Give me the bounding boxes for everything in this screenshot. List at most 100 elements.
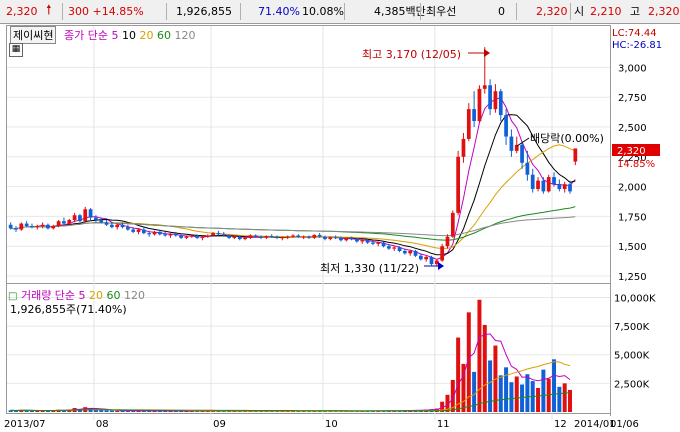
candle-body [189, 235, 194, 237]
grid-toggle-icon[interactable]: ▦ [9, 43, 23, 57]
open-value: 2,210 [590, 5, 622, 18]
candle-body [72, 215, 77, 220]
candle-body [46, 224, 50, 229]
candle-body [19, 223, 24, 230]
candle-body [216, 233, 221, 235]
stock-chart[interactable]: 3,0002,7502,5002,2502,0001,7501,5001,250… [0, 24, 680, 432]
candle-body [40, 224, 45, 226]
price-tick-label: 1,500 [618, 242, 647, 253]
volume-bar [104, 410, 109, 412]
candle-body [397, 247, 402, 251]
volume-tick-label: 10,000K [614, 293, 656, 304]
high-value: 2,320 [648, 5, 680, 18]
volume-bar [109, 410, 114, 412]
candle-body [56, 221, 61, 226]
ma-legend-10: 10 [121, 29, 136, 42]
candle-body [360, 240, 365, 242]
volume-bar [498, 375, 503, 412]
candle-body [221, 234, 226, 236]
candle-body [381, 242, 386, 247]
ma-legend-5: 종가 단순 5 [63, 29, 119, 42]
candle-body [562, 184, 567, 189]
candle-body [472, 109, 476, 122]
candle-body [264, 236, 269, 238]
volume-value: 1,926,855 [176, 5, 232, 18]
candle-body [200, 236, 205, 238]
volume-tick-label: 2,500K [614, 379, 650, 390]
volume-ratio: 71.40% [258, 5, 300, 18]
candle-body [211, 233, 215, 236]
candle-body [541, 180, 546, 192]
candle-body [157, 231, 162, 235]
high-label: 고 [630, 5, 641, 18]
candle-body [365, 240, 370, 243]
volume-bar [514, 376, 519, 412]
candle-body [344, 238, 349, 241]
open-label: 시 [574, 5, 585, 18]
ma-legend-20: 20 [139, 29, 154, 42]
volume-bar [525, 374, 530, 412]
candle-body [477, 88, 482, 122]
candle-body [115, 224, 120, 228]
candle-body [280, 237, 285, 239]
volume-tick-label: 7,500K [614, 322, 650, 333]
volume-value-text: 1,926,855주(71.40%) [10, 303, 127, 316]
stock-name-box[interactable]: 제이씨현 종가 단순 5 10 20 60 120 [10, 26, 195, 44]
volume-bar [509, 382, 514, 412]
volume-bar [482, 324, 487, 412]
candle-body [120, 224, 125, 228]
candle-body [333, 237, 338, 239]
candle-body [482, 85, 487, 89]
candle-body [557, 184, 562, 189]
candle-body [450, 212, 455, 237]
volume-bar [477, 299, 482, 412]
price-tick-label: 3,000 [618, 63, 647, 74]
candle-body [195, 235, 199, 238]
hc-label: HC:-26.81 [612, 40, 662, 51]
candle-body [466, 109, 471, 139]
candle-body [328, 237, 333, 240]
candle-body [568, 184, 572, 192]
volume-bar [456, 337, 461, 412]
candle-body [296, 235, 301, 238]
candle-body [403, 251, 407, 254]
svg-text:2,320: 2,320 [617, 146, 646, 157]
candle-body [536, 180, 540, 189]
price-tick-label: 2,500 [618, 123, 647, 134]
volume-bar [536, 387, 541, 412]
candle-body [51, 225, 56, 229]
candle-body [67, 220, 72, 224]
current-pct-tag: 14.85% [617, 159, 655, 170]
candle-body [355, 239, 359, 242]
candle-body [349, 238, 354, 240]
candle-body [147, 233, 152, 235]
candle-body [141, 229, 146, 234]
candle-body [248, 235, 253, 238]
candle-body [429, 256, 434, 265]
candle-body [269, 236, 274, 238]
candle-body [323, 236, 327, 240]
candle-body [237, 236, 242, 240]
candle-body [104, 222, 109, 225]
candle-body [509, 136, 514, 151]
x-tick-label: 08 [96, 419, 109, 430]
x-tick-label: 11 [437, 419, 450, 430]
candle-body [525, 162, 530, 175]
candle-body [8, 224, 13, 229]
candle-body [99, 220, 104, 223]
volume-bar [557, 386, 562, 412]
candle-body [94, 217, 98, 220]
lc-label: LC:74.44 [612, 28, 657, 39]
pref-label: 최우선 [426, 5, 457, 18]
candle-body [504, 115, 508, 137]
x-tick-label: 10 [325, 419, 338, 430]
candle-body [152, 231, 157, 235]
candle-body [88, 209, 93, 218]
candle-body [291, 235, 295, 237]
candle-body [413, 251, 418, 256]
candle-body [173, 234, 178, 236]
price-tick-label: 1,250 [618, 272, 647, 283]
ma-legend-120: 120 [174, 29, 196, 42]
candle-body [339, 237, 343, 241]
dividend-annotation: 배당락(0.00%) [530, 132, 604, 145]
